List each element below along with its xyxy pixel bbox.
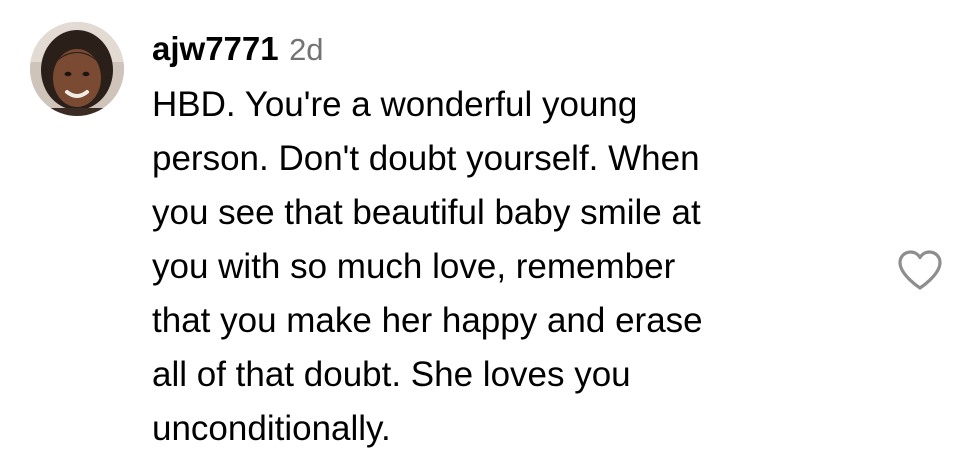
heart-outline-icon: [898, 250, 942, 290]
comment-body: ajw7771 2d HBD. You're a wonderful young…: [152, 26, 872, 456]
comment: ajw7771 2d HBD. You're a wonderful young…: [0, 0, 980, 467]
like-button[interactable]: [896, 248, 944, 292]
avatar-photo: [30, 22, 124, 116]
avatar[interactable]: [30, 22, 124, 116]
username[interactable]: ajw7771: [152, 30, 279, 67]
comment-meta: ajw7771 2d: [152, 26, 872, 72]
timestamp: 2d: [289, 32, 324, 67]
comment-text: HBD. You're a wonderful young person. Do…: [152, 85, 703, 448]
